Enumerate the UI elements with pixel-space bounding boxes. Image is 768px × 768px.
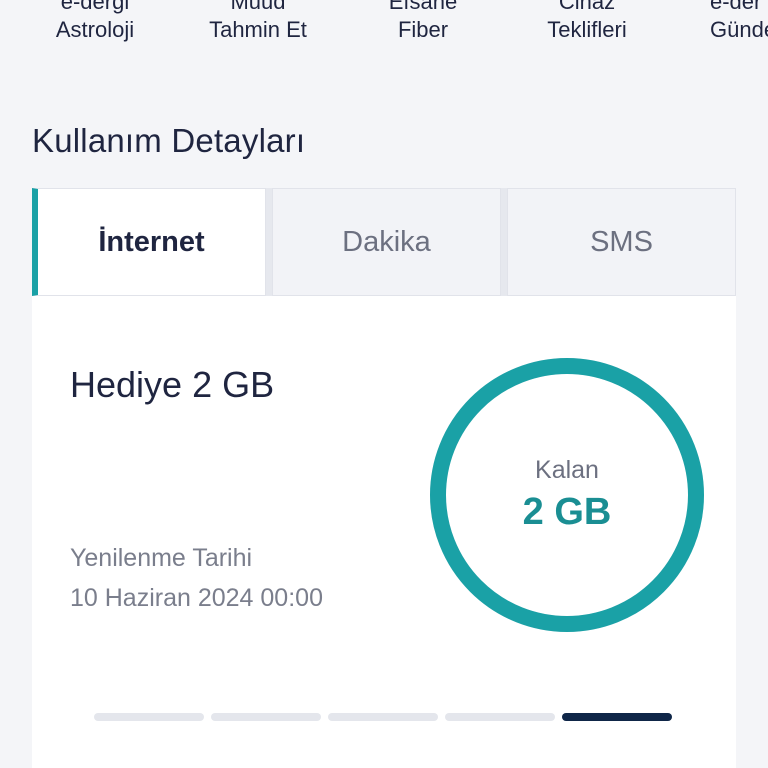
pager-dot[interactable] [94,713,204,721]
usage-tabs: İnternet Dakika SMS [32,188,736,296]
renewal-date: 10 Haziran 2024 00:00 [70,584,323,612]
shortcut-label: Cihaz [558,0,616,14]
shortcut-label: Tahmin Et [209,17,307,42]
shortcut-label: e-der [710,0,762,14]
usage-card[interactable]: Hediye 2 GB Yenilenme Tarihi 10 Haziran … [32,296,736,768]
shortcut-label: Astroloji [55,17,135,42]
remaining-label: Kalan [535,456,599,484]
tab-internet[interactable]: İnternet [32,188,266,296]
tab-dakika[interactable]: Dakika [272,188,501,296]
shortcut-row: e-dergi Astroloji Muud Tahmin Et Efsane … [0,0,768,58]
pager-dot[interactable] [328,713,438,721]
tab-sms[interactable]: SMS [507,188,736,296]
renewal-label: Yenilenme Tarihi [70,544,253,572]
shortcut-label: Fiber [397,17,449,42]
usage-screen: e-dergi Astroloji Muud Tahmin Et Efsane … [0,0,768,768]
shortcut-e-dergi-gundem[interactable]: e-der Günde [680,0,768,44]
remaining-value: 2 GB [522,491,612,533]
package-name: Hediye 2 GB [70,364,275,405]
pager-dot[interactable] [445,713,555,721]
shortcut-label: Muud [230,0,286,14]
shortcut-label: Teklifleri [547,17,627,42]
shortcut-muud-tahmin-et[interactable]: Muud Tahmin Et [183,0,333,44]
pager-dot[interactable] [562,713,672,721]
ring-center: Kalan 2 GB [428,356,706,634]
pager-dot[interactable] [211,713,321,721]
shortcut-cihaz-teklifleri[interactable]: Cihaz Teklifleri [512,0,662,44]
section-title: Kullanım Detayları [32,122,306,159]
shortcut-label: Efsane [388,0,458,14]
shortcut-label: e-dergi [60,0,130,14]
shortcut-label: Günde [710,17,768,42]
shortcut-efsane-fiber[interactable]: Efsane Fiber [348,0,498,44]
shortcut-e-dergi-astroloji[interactable]: e-dergi Astroloji [20,0,170,44]
pager [94,713,672,721]
